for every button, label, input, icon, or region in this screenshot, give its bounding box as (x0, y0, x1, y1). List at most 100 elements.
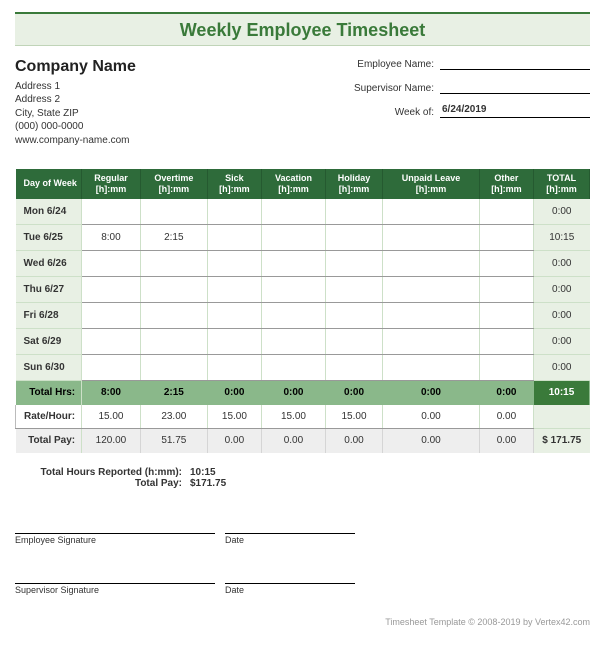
hours-cell[interactable] (325, 199, 382, 225)
hours-cell[interactable] (140, 199, 207, 225)
total-hours-label: Total Hrs: (16, 381, 82, 405)
hours-cell[interactable] (325, 303, 382, 329)
table-row: Sun 6/300:00 (16, 355, 590, 381)
weekof-field[interactable]: 6/24/2019 (440, 104, 590, 118)
employee-signature-block: Employee Signature Date (15, 517, 590, 545)
rate-total (534, 405, 590, 429)
summary-block: Total Hours Reported (h:mm): 10:15 Total… (25, 467, 235, 489)
hours-cell[interactable] (261, 355, 325, 381)
supervisor-signature-date[interactable]: Date (225, 583, 355, 595)
row-total: 0:00 (534, 355, 590, 381)
hours-cell[interactable] (82, 251, 141, 277)
summary-pay-label: Total Pay: (25, 478, 190, 489)
company-address2: Address 2 (15, 93, 136, 107)
hours-cell[interactable] (140, 303, 207, 329)
hours-cell[interactable] (325, 329, 382, 355)
rate-other[interactable]: 0.00 (479, 405, 533, 429)
hours-cell[interactable] (207, 225, 261, 251)
hours-cell[interactable] (383, 329, 480, 355)
hours-cell[interactable] (261, 329, 325, 355)
rate-overtime[interactable]: 23.00 (140, 405, 207, 429)
hours-cell[interactable]: 2:15 (140, 225, 207, 251)
supervisor-name-field[interactable] (440, 80, 590, 94)
rate-vacation[interactable]: 15.00 (261, 405, 325, 429)
hours-cell[interactable] (325, 277, 382, 303)
hours-cell[interactable] (82, 277, 141, 303)
table-header-row: Day of Week Regular[h]:mm Overtime[h]:mm… (16, 169, 590, 199)
col-regular: Regular[h]:mm (82, 169, 141, 199)
hours-cell[interactable] (479, 355, 533, 381)
hours-cell[interactable] (479, 225, 533, 251)
hours-cell[interactable] (207, 355, 261, 381)
hours-cell[interactable] (140, 355, 207, 381)
col-sick: Sick[h]:mm (207, 169, 261, 199)
header-block: Company Name Address 1 Address 2 City, S… (15, 56, 590, 147)
hours-cell[interactable] (325, 355, 382, 381)
hours-cell[interactable] (479, 303, 533, 329)
hours-cell[interactable] (383, 355, 480, 381)
rate-unpaid[interactable]: 0.00 (383, 405, 480, 429)
col-day: Day of Week (16, 169, 82, 199)
hours-cell[interactable] (82, 355, 141, 381)
hours-cell[interactable] (140, 251, 207, 277)
supervisor-name-label: Supervisor Name: (340, 83, 440, 94)
hours-cell[interactable] (261, 303, 325, 329)
col-other: Other[h]:mm (479, 169, 533, 199)
rate-regular[interactable]: 15.00 (82, 405, 141, 429)
hours-cell[interactable] (207, 277, 261, 303)
hours-cell[interactable] (261, 251, 325, 277)
hours-cell[interactable] (261, 199, 325, 225)
hours-cell[interactable]: 8:00 (82, 225, 141, 251)
pay-other: 0.00 (479, 429, 533, 453)
day-label: Thu 6/27 (16, 277, 82, 303)
day-label: Mon 6/24 (16, 199, 82, 225)
employee-name-field[interactable] (440, 56, 590, 70)
supervisor-signature-block: Supervisor Signature Date (15, 567, 590, 595)
rate-sick[interactable]: 15.00 (207, 405, 261, 429)
hours-cell[interactable] (383, 303, 480, 329)
row-total: 0:00 (534, 329, 590, 355)
hours-cell[interactable] (383, 251, 480, 277)
pay-unpaid: 0.00 (383, 429, 480, 453)
hours-cell[interactable] (325, 251, 382, 277)
hours-cell[interactable] (479, 277, 533, 303)
company-address1: Address 1 (15, 80, 136, 94)
rate-holiday[interactable]: 15.00 (325, 405, 382, 429)
hours-cell[interactable] (82, 199, 141, 225)
table-row: Tue 6/258:002:1510:15 (16, 225, 590, 251)
employee-signature-date[interactable]: Date (225, 533, 355, 545)
hours-cell[interactable] (261, 225, 325, 251)
table-row: Fri 6/280:00 (16, 303, 590, 329)
hours-cell[interactable] (140, 277, 207, 303)
row-total: 0:00 (534, 277, 590, 303)
pay-row: Total Pay: 120.00 51.75 0.00 0.00 0.00 0… (16, 429, 590, 453)
pay-sick: 0.00 (207, 429, 261, 453)
hours-cell[interactable] (207, 329, 261, 355)
hours-cell[interactable] (479, 199, 533, 225)
hours-cell[interactable] (207, 199, 261, 225)
company-website: www.company-name.com (15, 134, 136, 148)
hours-cell[interactable] (383, 199, 480, 225)
table-row: Sat 6/29 0:00 (16, 329, 590, 355)
hours-cell[interactable] (82, 329, 141, 355)
hours-cell[interactable] (82, 303, 141, 329)
total-other: 0:00 (479, 381, 533, 405)
employee-signature-line[interactable]: Employee Signature (15, 533, 215, 545)
supervisor-signature-line[interactable]: Supervisor Signature (15, 583, 215, 595)
total-unpaid: 0:00 (383, 381, 480, 405)
hours-cell[interactable] (383, 277, 480, 303)
hours-cell[interactable] (479, 329, 533, 355)
col-unpaid: Unpaid Leave[h]:mm (383, 169, 480, 199)
hours-cell[interactable] (140, 329, 207, 355)
hours-cell[interactable] (325, 225, 382, 251)
hours-cell[interactable] (207, 251, 261, 277)
info-fields: Employee Name: Supervisor Name: Week of:… (340, 56, 590, 147)
company-block: Company Name Address 1 Address 2 City, S… (15, 56, 136, 147)
col-holiday: Holiday[h]:mm (325, 169, 382, 199)
day-label: Sat 6/29 (16, 329, 82, 355)
hours-cell[interactable] (479, 251, 533, 277)
hours-cell[interactable] (207, 303, 261, 329)
total-vacation: 0:00 (261, 381, 325, 405)
hours-cell[interactable] (261, 277, 325, 303)
hours-cell[interactable] (383, 225, 480, 251)
